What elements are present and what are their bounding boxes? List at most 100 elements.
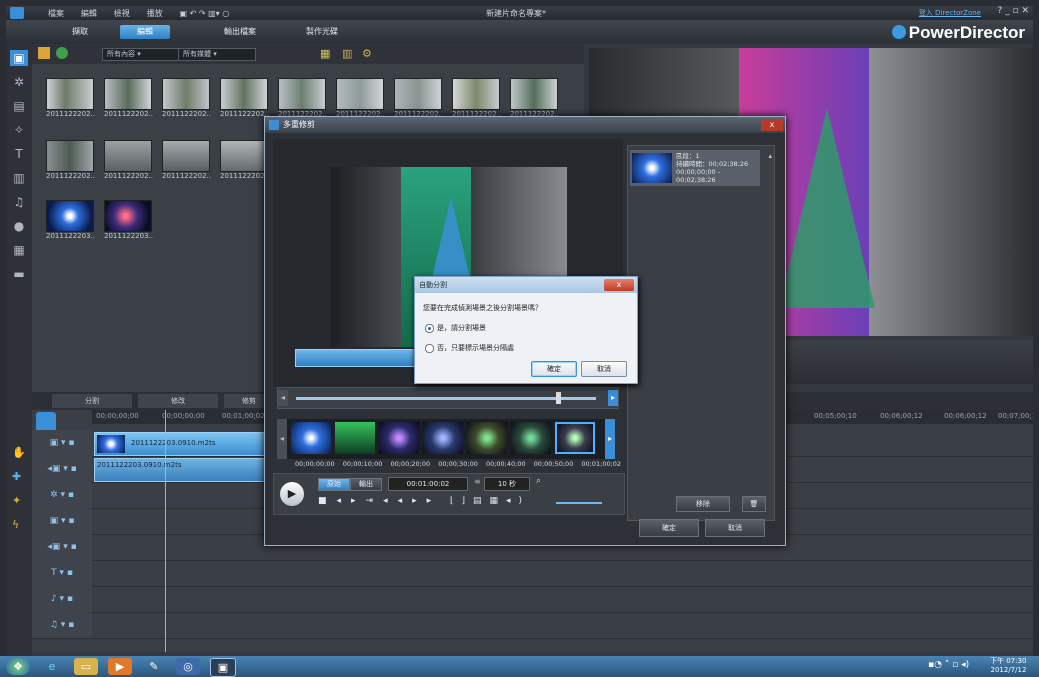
filmstrip-next-icon[interactable]: ▸	[605, 419, 615, 459]
media-item[interactable]: 2011122202..	[394, 78, 443, 118]
clock-date[interactable]: 2012/7/12	[990, 666, 1027, 675]
film-frame[interactable]	[335, 422, 375, 454]
transport-icons[interactable]: ■◂▸⇥◂◂▸▸	[318, 496, 441, 506]
media-item[interactable]: 2011122202..	[336, 78, 385, 118]
title-track[interactable]: T ▾ ▪	[32, 560, 1033, 587]
radio-no[interactable]	[425, 344, 434, 353]
track-header[interactable]: ♫ ▾ ▪	[32, 612, 92, 638]
paint-icon[interactable]: ✎	[142, 658, 166, 675]
media-room-icon[interactable]: ▣	[10, 50, 28, 66]
media-item[interactable]: 2011122203..	[46, 200, 95, 240]
step-field[interactable]: 10 秒	[484, 477, 530, 491]
start-button-icon[interactable]: ❖	[6, 658, 30, 675]
storyboard-toggle-icon[interactable]	[36, 412, 56, 432]
film-frame-selected[interactable]	[555, 422, 595, 454]
login-link[interactable]: 登入 DirectorZone	[919, 8, 981, 18]
content-filter-select[interactable]: 所有內容 ▾	[102, 48, 180, 61]
audio-mixing-room-icon[interactable]: ♫	[10, 194, 28, 210]
dialog-close-button[interactable]: x	[761, 119, 783, 131]
list-scroll-up-icon[interactable]: ▴	[768, 152, 772, 160]
remove-segment-button[interactable]: 移除	[676, 496, 730, 512]
music-track[interactable]: ♫ ▾ ▪	[32, 612, 1033, 639]
trim-scrubber[interactable]: ◂ ▸	[277, 387, 619, 409]
original-mode-button[interactable]: 原始	[318, 478, 350, 491]
sort-icon[interactable]: ▥	[342, 47, 352, 60]
toolbar-quick-icons[interactable]: ▣ ↶ ↷ ▥▾ ○	[180, 9, 230, 18]
media-filter-select[interactable]: 所有媒體 ▾	[178, 48, 256, 61]
media-item[interactable]: 2011122202..	[220, 140, 269, 180]
option-split-no[interactable]: 否，只要標示場景分隔處	[425, 343, 514, 353]
timeline-playhead[interactable]	[165, 410, 166, 652]
film-frame[interactable]	[511, 422, 551, 454]
play-button[interactable]: ▶	[280, 482, 304, 506]
chapter-room-icon[interactable]: ▦	[10, 242, 28, 258]
library-menu-icon[interactable]: ⚙	[362, 47, 372, 60]
window-controls[interactable]: ? _ ▫ ✕	[998, 6, 1030, 16]
timecode-field[interactable]: 00:01:00:02	[388, 477, 468, 491]
trash-icon[interactable]: 🗑	[742, 496, 766, 512]
confirm-ok-button[interactable]: 確定	[531, 361, 577, 377]
mark-range-bar[interactable]	[295, 349, 415, 367]
powerdirector-task-icon[interactable]: ▣	[210, 658, 236, 677]
media-item[interactable]: 2011122202..	[220, 78, 269, 118]
track-header[interactable]: ▣ ▾ ▪	[32, 430, 92, 456]
media-item[interactable]: 2011122202..	[104, 140, 153, 180]
filmstrip-prev-icon[interactable]: ◂	[277, 419, 287, 459]
magic-tool-icon[interactable]: ✦	[12, 494, 21, 507]
scrub-handle[interactable]	[556, 392, 561, 404]
media-item[interactable]: 2011122202..	[46, 78, 95, 118]
menu-file[interactable]: 檔案	[48, 9, 64, 18]
film-frame[interactable]	[291, 422, 331, 454]
clock-time[interactable]: 下午 07:30	[990, 657, 1026, 666]
scrub-left-arrow-icon[interactable]: ◂	[278, 390, 288, 406]
menu-view[interactable]: 檢視	[114, 9, 130, 18]
confirm-close-button[interactable]: x	[604, 279, 634, 291]
volume-slider[interactable]	[556, 502, 602, 504]
track-header[interactable]: T ▾ ▪	[32, 560, 92, 586]
magic-music-icon[interactable]: ϟ	[12, 518, 19, 531]
hand-tool-icon[interactable]: ✋	[12, 446, 26, 459]
subtitle-room-icon[interactable]: ▬	[10, 266, 28, 282]
tab-produce[interactable]: 輸出檔案	[214, 25, 266, 39]
media-item[interactable]: 2011122203..	[104, 200, 153, 240]
mark-icons[interactable]: ⌊⌋▤▦◂)	[450, 496, 530, 506]
menu-edit[interactable]: 編輯	[81, 9, 97, 18]
segment-item[interactable]: 區段：1 持續時間：00;02;38;26 00;00;00;00 - 00;0…	[630, 150, 760, 186]
film-frame[interactable]	[423, 422, 463, 454]
media-item[interactable]: 2011122202..	[510, 78, 559, 118]
title-room-icon[interactable]: T	[10, 146, 28, 162]
voiceover-room-icon[interactable]: ●	[10, 218, 28, 234]
fix-enhance-icon[interactable]: ✚	[12, 470, 21, 483]
transition-room-icon[interactable]: ▥	[10, 170, 28, 186]
confirm-cancel-button[interactable]: 取消	[581, 361, 627, 377]
track-header[interactable]: ▣ ▾ ▪	[32, 508, 92, 534]
film-frame[interactable]	[467, 422, 507, 454]
radio-yes[interactable]	[425, 324, 434, 333]
tray-icons[interactable]: ▪◔ ˄ ▫ ◂)	[928, 660, 969, 670]
tab-edit[interactable]: 編輯	[120, 25, 170, 39]
media-item[interactable]: 2011122202..	[162, 78, 211, 118]
voice-track[interactable]: ♪ ▾ ▪	[32, 586, 1033, 613]
chrome-icon[interactable]: ◎	[176, 658, 200, 675]
split-button[interactable]: 分割	[52, 394, 132, 408]
grid-view-icon[interactable]: ▦	[320, 47, 330, 60]
import-folder-icon[interactable]	[38, 47, 50, 59]
media-item[interactable]: 2011122202..	[104, 78, 153, 118]
explorer-folder-icon[interactable]: ▭	[74, 658, 98, 675]
tab-disc[interactable]: 製作光碟	[296, 25, 348, 39]
particle-room-icon[interactable]: ✧	[10, 122, 28, 138]
media-item[interactable]: 2011122202..	[452, 78, 501, 118]
media-player-icon[interactable]: ▶	[108, 658, 132, 675]
menu-play[interactable]: 播放	[147, 9, 163, 18]
film-frame[interactable]	[379, 422, 419, 454]
track-header[interactable]: ◂▣ ▾ ▪	[32, 456, 92, 482]
track-header[interactable]: ✲ ▾ ▪	[32, 482, 92, 508]
modify-button[interactable]: 修改	[138, 394, 218, 408]
cancel-button[interactable]: 取消	[705, 519, 765, 537]
ok-button[interactable]: 確定	[639, 519, 699, 537]
scrub-right-arrow-icon[interactable]: ▸	[608, 390, 618, 406]
pip-room-icon[interactable]: ▤	[10, 98, 28, 114]
media-item[interactable]: 2011122202..	[278, 78, 327, 118]
download-globe-icon[interactable]	[56, 47, 68, 59]
internet-explorer-icon[interactable]: e	[40, 658, 64, 675]
